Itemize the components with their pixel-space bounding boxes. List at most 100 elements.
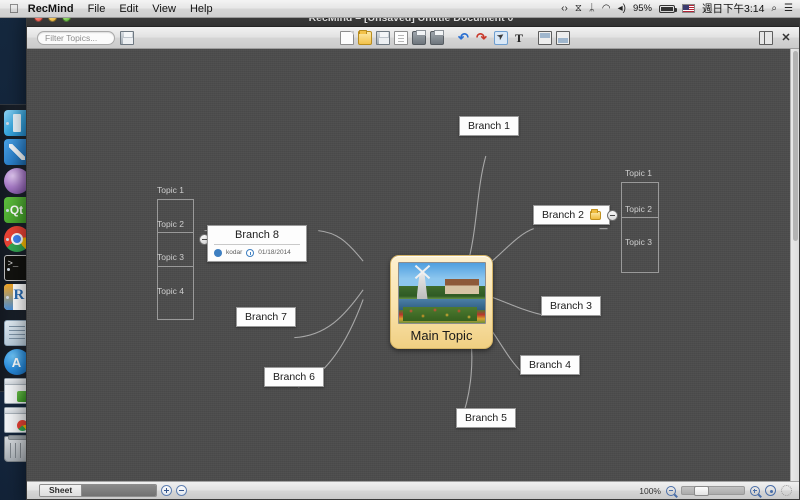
main-topic-label: Main Topic bbox=[410, 328, 473, 343]
branch8-subtopic-3[interactable]: Topic 3 bbox=[157, 252, 184, 262]
apple-menu-icon[interactable]:  bbox=[9, 2, 19, 15]
mindmap-node-branch6[interactable]: Branch 6 bbox=[264, 367, 325, 387]
branch2-label: Branch 2 bbox=[542, 209, 585, 221]
branch8-subtopic-1[interactable]: Topic 1 bbox=[157, 185, 184, 195]
layout-bottom-button[interactable] bbox=[556, 30, 570, 45]
zoom-level-label: 100% bbox=[639, 485, 661, 496]
new-page-button[interactable] bbox=[394, 30, 408, 45]
save-document-button[interactable] bbox=[376, 30, 390, 45]
export-button[interactable] bbox=[412, 29, 426, 45]
branch2-subtopic-1[interactable]: Topic 1 bbox=[625, 168, 652, 178]
branch4-label: Branch 4 bbox=[529, 359, 572, 371]
mindmap-node-branch7[interactable]: Branch 7 bbox=[236, 307, 297, 327]
branch1-label: Branch 1 bbox=[468, 120, 511, 132]
branch6-label: Branch 6 bbox=[273, 371, 316, 383]
branch8-author: kodar bbox=[226, 249, 243, 256]
mindmap-node-branch2[interactable]: Branch 2 bbox=[533, 205, 611, 225]
zoom-in-icon[interactable] bbox=[750, 485, 760, 496]
menu-bar-status-area: ‹› ⧖ ᛦ ◠ ◂) 95% 週日下午3:14 ⌕ ☰ bbox=[561, 1, 800, 16]
branch5-label: Branch 5 bbox=[465, 412, 508, 424]
branch8-label: Branch 8 bbox=[234, 229, 280, 241]
bluetooth-icon[interactable]: ᛦ bbox=[589, 3, 595, 14]
sheet-tab-active[interactable] bbox=[82, 485, 157, 496]
mindmap-node-branch4[interactable]: Branch 4 bbox=[520, 355, 581, 375]
scrollbar-thumb[interactable] bbox=[793, 51, 798, 241]
sheet-tab-group[interactable]: Sheet bbox=[39, 484, 158, 497]
menu-help[interactable]: Help bbox=[183, 0, 220, 18]
running-indicator-dot bbox=[5, 209, 9, 212]
battery-icon[interactable] bbox=[658, 4, 677, 13]
add-sheet-button[interactable] bbox=[161, 485, 173, 496]
windmill-lake-flowers-photo bbox=[397, 262, 486, 324]
zoom-slider[interactable] bbox=[681, 486, 745, 496]
branch8-bracket-arm bbox=[157, 266, 194, 267]
branch8-subtopic-2[interactable]: Topic 2 bbox=[157, 219, 184, 229]
running-indicator-dot bbox=[6, 268, 10, 271]
saved-search-icon[interactable] bbox=[120, 30, 134, 45]
fit-to-window-icon[interactable] bbox=[765, 485, 776, 496]
select-tool-button[interactable] bbox=[494, 30, 508, 45]
branch8-subtopic-4[interactable]: Topic 4 bbox=[157, 286, 184, 296]
layout-top-button[interactable] bbox=[538, 30, 552, 45]
toolbar-right-controls: ✕ bbox=[759, 30, 793, 45]
print-button[interactable] bbox=[430, 29, 444, 45]
menu-file[interactable]: File bbox=[81, 0, 113, 18]
running-indicator-dot bbox=[5, 238, 9, 241]
code-brackets-icon[interactable]: ‹› bbox=[561, 3, 568, 14]
menu-edit[interactable]: Edit bbox=[112, 0, 145, 18]
menu-app-name[interactable]: RecMind bbox=[19, 0, 81, 18]
new-document-button[interactable] bbox=[340, 30, 354, 45]
branch3-label: Branch 3 bbox=[550, 300, 593, 312]
branch8-bracket-arm bbox=[157, 319, 194, 320]
time-machine-icon[interactable]: ⧖ bbox=[575, 3, 582, 14]
open-document-button[interactable] bbox=[358, 29, 372, 45]
filter-topics-area: Filter Topics... bbox=[37, 30, 134, 45]
person-icon bbox=[214, 249, 222, 257]
menu-bar:  RecMind File Edit View Help ‹› ⧖ ᛦ ◠ ◂… bbox=[0, 0, 800, 18]
remove-sheet-button[interactable] bbox=[176, 485, 188, 496]
running-indicator-dot bbox=[5, 296, 9, 299]
battery-percent-label: 95% bbox=[632, 3, 652, 14]
branch2-bracket-arm bbox=[621, 182, 659, 183]
spotlight-search-icon[interactable]: ⌕ bbox=[771, 3, 777, 14]
menu-view[interactable]: View bbox=[145, 0, 183, 18]
search-input[interactable]: Filter Topics... bbox=[37, 30, 115, 45]
zoom-controls: 100% bbox=[639, 485, 799, 496]
branch2-collapse-toggle[interactable] bbox=[607, 210, 618, 221]
panel-toggle-button[interactable] bbox=[759, 30, 773, 45]
mindmap-node-branch3[interactable]: Branch 3 bbox=[541, 296, 602, 316]
mindmap-node-main-topic[interactable]: Main Topic bbox=[390, 255, 493, 349]
branch8-bracket-arm bbox=[157, 199, 194, 200]
sheet-tab-label[interactable]: Sheet bbox=[40, 485, 83, 496]
input-source-flag-icon[interactable] bbox=[681, 4, 695, 13]
volume-icon[interactable]: ◂) bbox=[618, 3, 626, 14]
mindmap-node-branch5[interactable]: Branch 5 bbox=[456, 408, 517, 428]
zoom-slider-thumb[interactable] bbox=[694, 486, 709, 496]
wifi-icon[interactable]: ◠ bbox=[602, 3, 611, 14]
clock-label[interactable]: 週日下午3:14 bbox=[702, 1, 764, 16]
branch2-bracket-arm bbox=[621, 217, 659, 218]
branch2-bracket-spine bbox=[658, 182, 659, 272]
mindmap-node-branch8[interactable]: Branch 8 kodar 01/18/2014 bbox=[207, 225, 307, 262]
status-bar: Sheet 100% bbox=[27, 481, 799, 499]
text-tool-button[interactable]: T bbox=[512, 31, 526, 45]
mindmap-node-branch1[interactable]: Branch 1 bbox=[459, 116, 520, 136]
folder-icon[interactable] bbox=[590, 208, 602, 220]
close-icon[interactable]: ✕ bbox=[779, 31, 793, 45]
notification-center-icon[interactable]: ☰ bbox=[784, 3, 793, 14]
branch2-bracket-spine bbox=[621, 182, 622, 272]
settings-icon[interactable] bbox=[781, 485, 792, 496]
recmind-window: RecMind – [Unsaved] Untitle Document 0* … bbox=[26, 8, 800, 500]
branch7-label: Branch 7 bbox=[245, 311, 288, 323]
branch8-metadata: kodar 01/18/2014 bbox=[214, 244, 300, 259]
redo-button[interactable]: ↷ bbox=[476, 30, 490, 45]
canvas-vertical-scrollbar[interactable] bbox=[790, 49, 799, 481]
toolbar: Filter Topics... ↶ ↷ T ✕ bbox=[27, 27, 799, 49]
branch2-subtopic-2[interactable]: Topic 2 bbox=[625, 204, 652, 214]
branch2-subtopic-3[interactable]: Topic 3 bbox=[625, 237, 652, 247]
branch8-date: 01/18/2014 bbox=[258, 249, 291, 256]
running-indicator-dot bbox=[5, 122, 9, 125]
undo-button[interactable]: ↶ bbox=[458, 30, 472, 45]
zoom-out-icon[interactable] bbox=[666, 485, 676, 496]
mindmap-canvas[interactable]: Topic 1 Topic 2 Topic 3 Topic 4 Branch 8… bbox=[27, 49, 799, 481]
